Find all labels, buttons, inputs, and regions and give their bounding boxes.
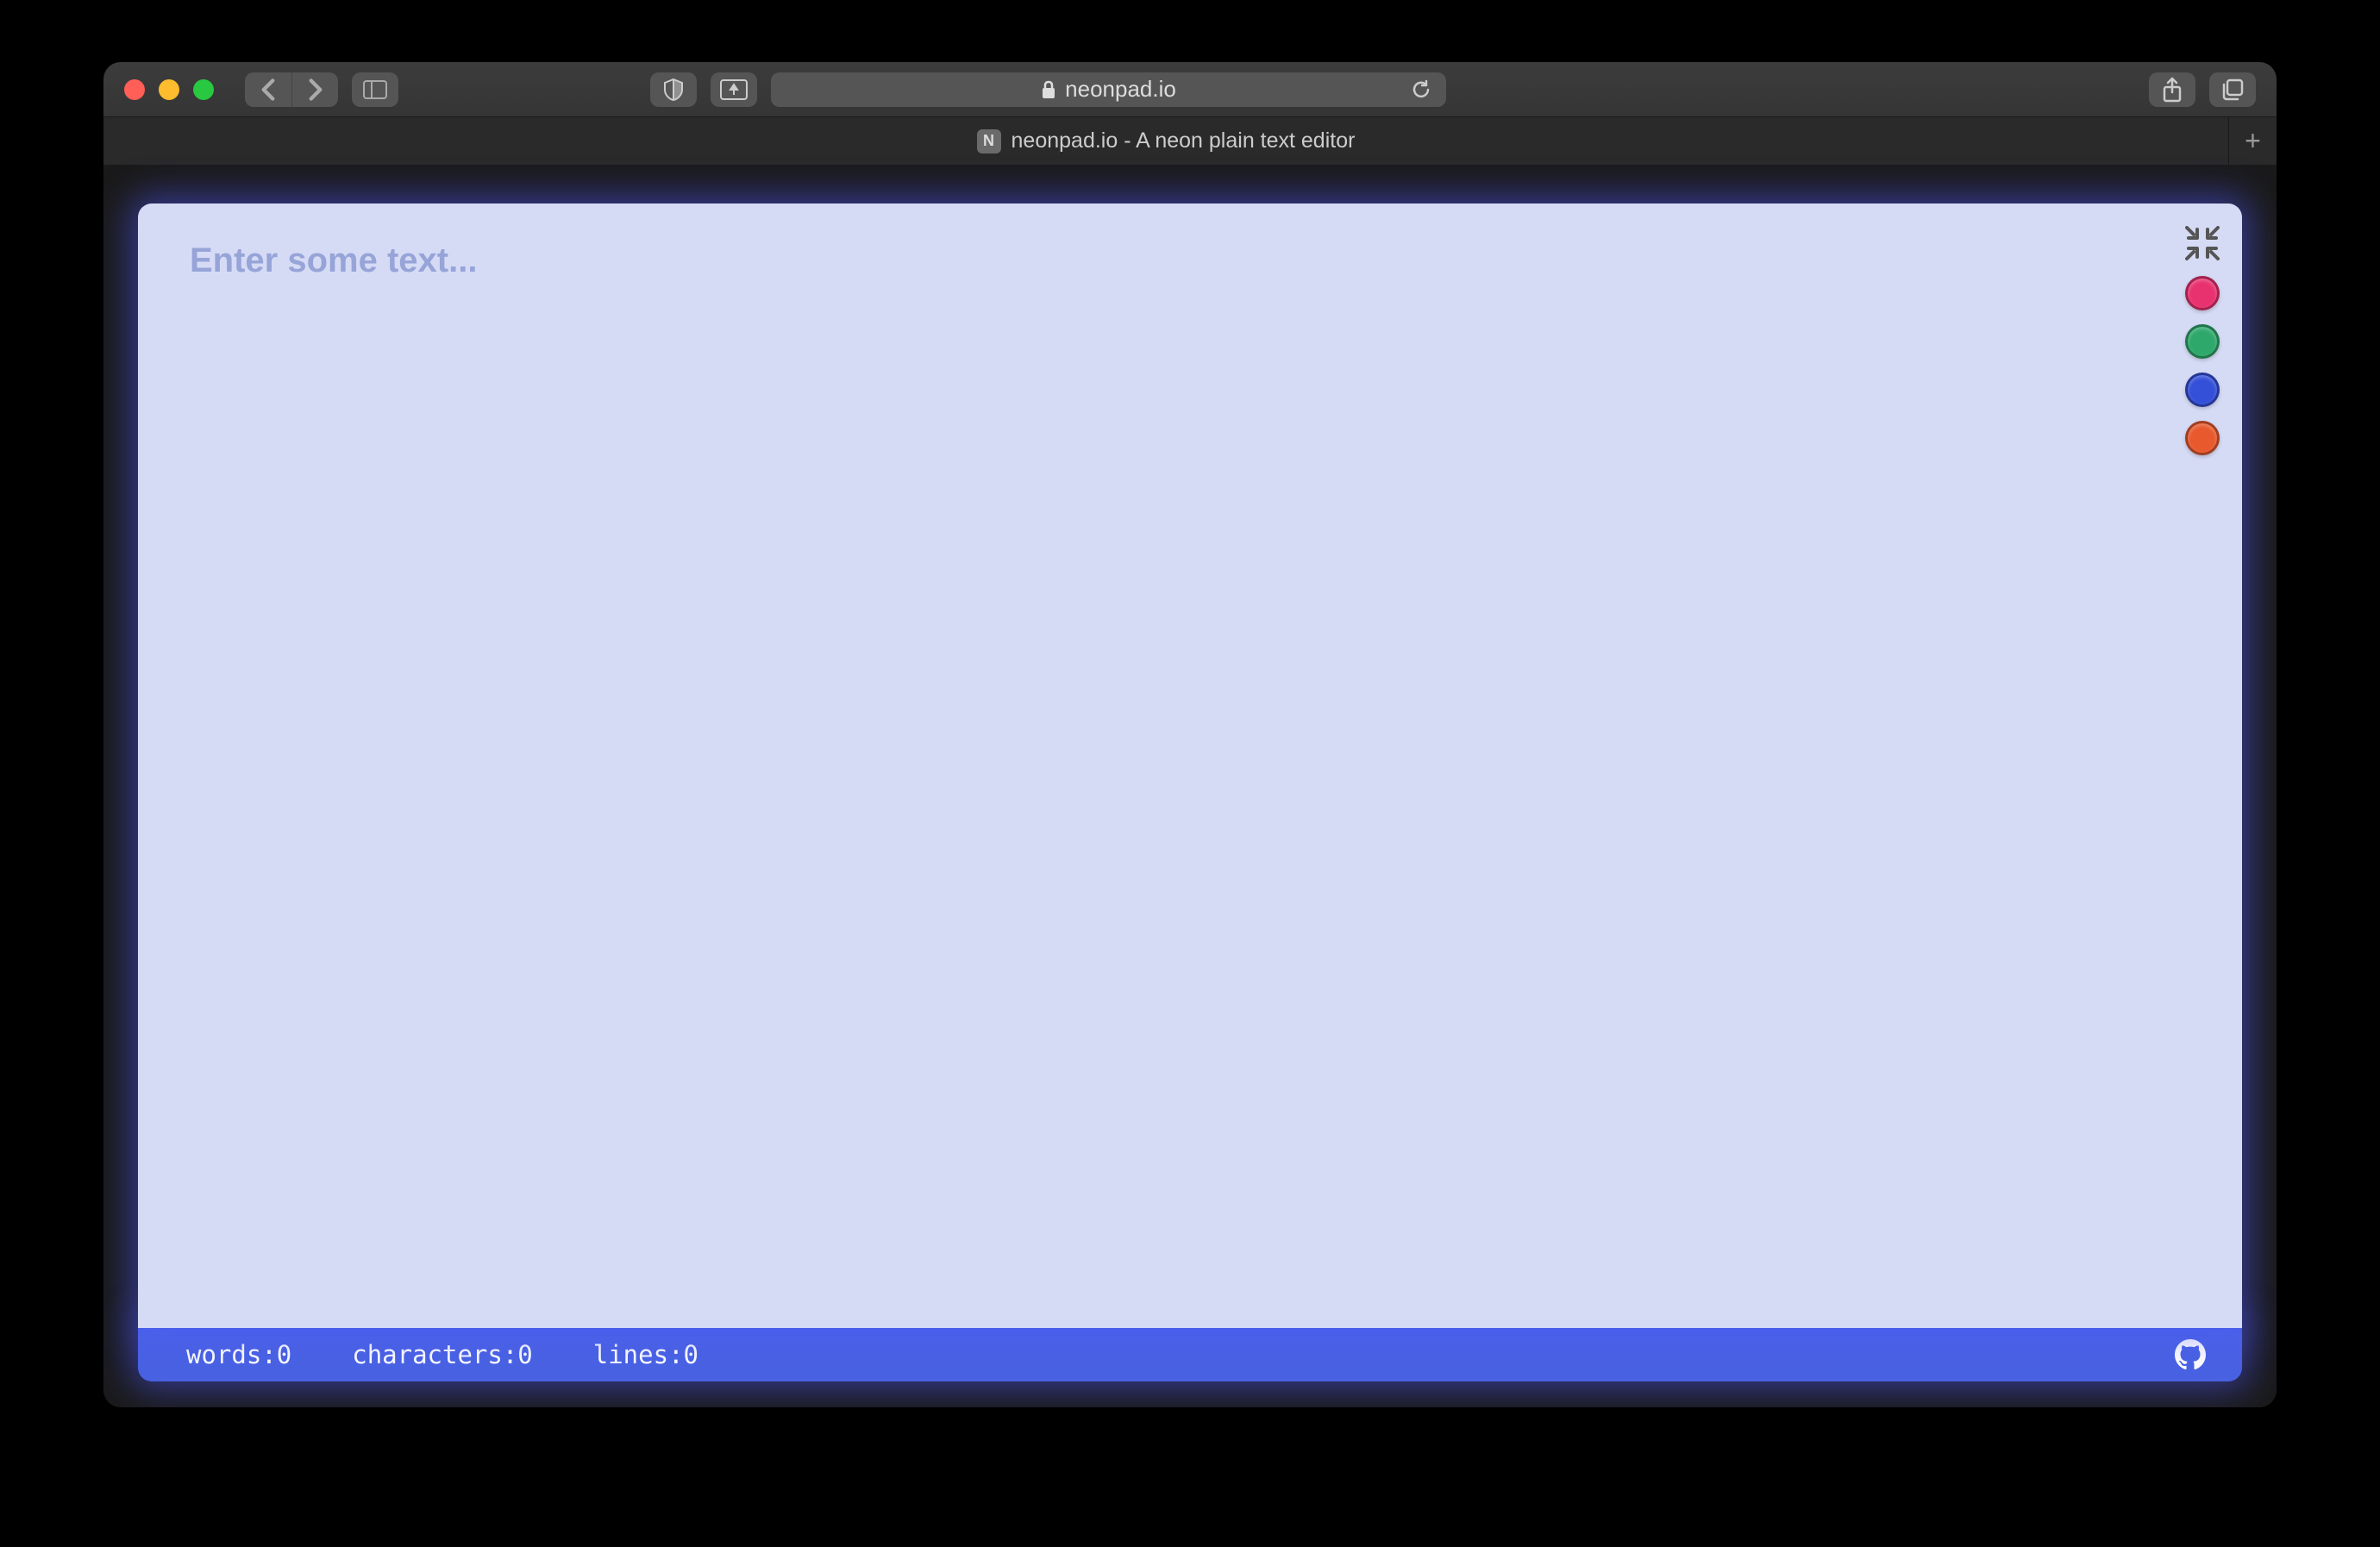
status-bar: words: 0 characters: 0 lines: 0 (138, 1328, 2242, 1381)
forward-button[interactable] (291, 72, 338, 107)
theme-orange-button[interactable] (2185, 421, 2220, 455)
window-controls (124, 79, 214, 100)
url-text: neonpad.io (1065, 76, 1176, 103)
browser-window: neonpad.io N neonpad.io - A neon plain t… (103, 62, 2277, 1407)
exit-fullscreen-button[interactable] (2183, 224, 2221, 262)
back-button[interactable] (245, 72, 291, 107)
github-link[interactable] (2173, 1337, 2208, 1372)
text-editor[interactable] (138, 204, 2242, 1328)
lock-icon (1041, 80, 1056, 99)
theme-green-button[interactable] (2185, 324, 2220, 359)
new-tab-button[interactable]: + (2228, 117, 2277, 165)
tab-title: neonpad.io - A neon plain text editor (1012, 128, 1356, 153)
close-window-button[interactable] (124, 79, 145, 100)
word-count: words: 0 (186, 1340, 291, 1369)
page-content: words: 0 characters: 0 lines: 0 (103, 166, 2277, 1407)
reload-button[interactable] (1410, 78, 1432, 101)
theme-pink-button[interactable] (2185, 276, 2220, 310)
editor-controls (2183, 224, 2221, 455)
nav-button-group (245, 72, 338, 107)
editor-container (138, 204, 2242, 1328)
browser-tab[interactable]: N neonpad.io - A neon plain text editor (103, 117, 2228, 165)
address-bar[interactable]: neonpad.io (771, 72, 1446, 107)
tab-bar: N neonpad.io - A neon plain text editor … (103, 117, 2277, 166)
show-tabs-button[interactable] (2209, 72, 2256, 107)
bookmarks-button[interactable] (711, 72, 757, 107)
share-button[interactable] (2149, 72, 2195, 107)
maximize-window-button[interactable] (193, 79, 214, 100)
browser-toolbar: neonpad.io (103, 62, 2277, 117)
line-count: lines: 0 (593, 1340, 698, 1369)
minimize-window-button[interactable] (159, 79, 179, 100)
tab-favicon: N (977, 129, 1001, 153)
theme-blue-button[interactable] (2185, 373, 2220, 407)
sidebar-toggle-button[interactable] (352, 72, 398, 107)
character-count: characters: 0 (352, 1340, 533, 1369)
privacy-shield-button[interactable] (650, 72, 697, 107)
